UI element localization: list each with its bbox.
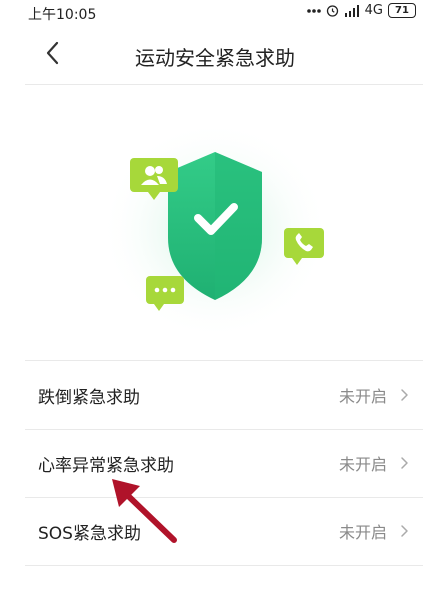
row-divider (25, 565, 423, 566)
hero-illustration (0, 110, 430, 350)
section-divider (25, 360, 423, 361)
setting-status: 未开启 (338, 523, 387, 542)
setting-row-sos[interactable]: SOS紧急求助 未开启 (25, 498, 423, 564)
battery-indicator: 71 (388, 3, 416, 18)
page-title: 运动安全紧急求助 (135, 46, 295, 70)
status-icons: 4G 71 (306, 3, 416, 18)
more-dots-icon (306, 8, 321, 13)
chevron-right-icon (401, 389, 408, 401)
alarm-icon (326, 5, 338, 17)
signal-icon (344, 4, 359, 17)
setting-label: 跌倒紧急求助 (38, 388, 140, 408)
setting-row-fall-detection[interactable]: 跌倒紧急求助 未开启 (25, 362, 423, 428)
setting-status: 未开启 (338, 455, 387, 474)
chevron-right-icon (401, 457, 408, 469)
shield-illustration (100, 120, 330, 340)
emergency-help-screen: 上午10:05 4G 71 运动安全紧急求助 跌倒紧急求助 未开启 心率异常紧急… (0, 0, 430, 597)
network-type: 4G (364, 3, 383, 18)
setting-status: 未开启 (338, 387, 387, 406)
header-divider (25, 84, 423, 85)
setting-label: 心率异常紧急求助 (38, 456, 174, 476)
header: 运动安全紧急求助 (0, 26, 430, 82)
chevron-right-icon (401, 525, 408, 537)
setting-label: SOS紧急求助 (38, 524, 141, 544)
status-time: 上午10:05 (28, 7, 97, 23)
status-bar: 上午10:05 4G 71 (0, 0, 430, 26)
setting-row-heart-rate[interactable]: 心率异常紧急求助 未开启 (25, 430, 423, 496)
